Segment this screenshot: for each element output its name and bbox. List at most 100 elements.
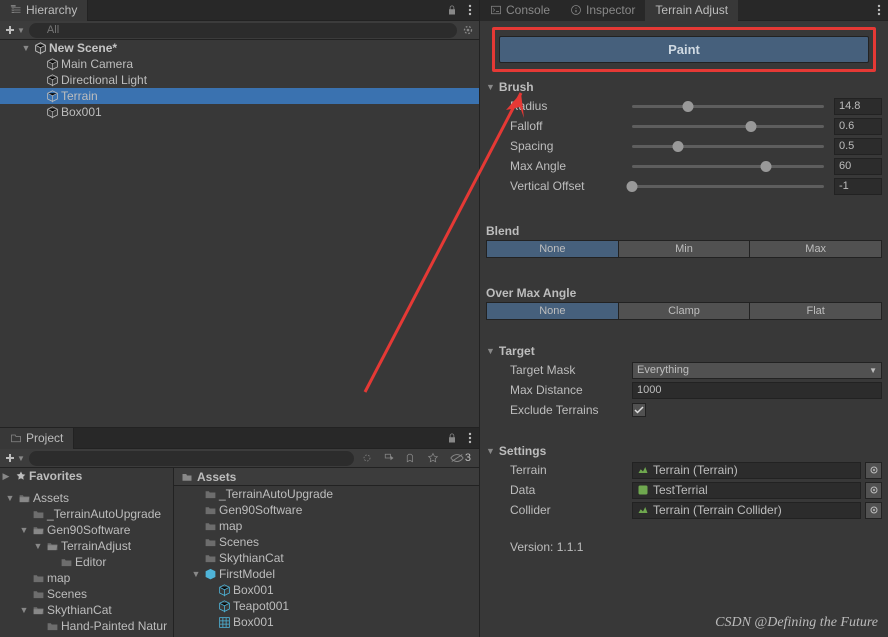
- hierarchy-item[interactable]: Box001: [0, 104, 479, 120]
- hierarchy-item-label: Main Camera: [61, 57, 133, 71]
- slider[interactable]: [632, 165, 824, 168]
- slider-thumb[interactable]: [627, 181, 638, 192]
- tree-item[interactable]: Gen90Software: [174, 502, 479, 518]
- fold-arrow-icon[interactable]: ▼: [32, 541, 44, 551]
- fold-arrow-icon[interactable]: ▼: [18, 525, 30, 535]
- slider-thumb[interactable]: [761, 161, 772, 172]
- project-search-input[interactable]: [29, 451, 354, 466]
- object-picker-button[interactable]: [865, 482, 882, 499]
- brush-section-header[interactable]: ▼ Brush: [486, 78, 882, 96]
- tree-item[interactable]: ▼SkythianCat: [0, 602, 173, 618]
- tree-item[interactable]: Box001: [174, 582, 479, 598]
- tree-item[interactable]: _TerrainAutoUpgrade: [0, 506, 173, 522]
- tree-item[interactable]: ▼TerrainAdjust: [0, 538, 173, 554]
- fold-arrow-icon: ▼: [486, 82, 495, 92]
- slider-label: Vertical Offset: [510, 179, 628, 193]
- right-tab-bar: Console Inspector Terrain Adjust: [480, 0, 888, 21]
- hierarchy-item[interactable]: Directional Light: [0, 72, 479, 88]
- create-dropdown-button[interactable]: ▼: [4, 24, 25, 36]
- tree-item[interactable]: Teapot001: [174, 598, 479, 614]
- tree-item[interactable]: Scenes: [0, 586, 173, 602]
- tree-item[interactable]: _TerrainAutoUpgrade: [174, 486, 479, 502]
- hierarchy-item[interactable]: Terrain: [0, 88, 479, 104]
- context-menu-icon[interactable]: [461, 0, 479, 21]
- tree-item[interactable]: Box001: [174, 614, 479, 630]
- save-search-icon[interactable]: [402, 448, 420, 469]
- fold-arrow-icon[interactable]: ▶: [0, 471, 12, 482]
- blend-segmented: NoneMinMax: [486, 240, 882, 258]
- tree-item[interactable]: map: [0, 570, 173, 586]
- filter-by-type-icon[interactable]: [358, 448, 376, 469]
- target-mask-dropdown[interactable]: Everything ▼: [632, 362, 882, 379]
- slider[interactable]: [632, 145, 824, 148]
- fold-arrow-icon[interactable]: ▼: [190, 569, 202, 579]
- object-picker-button[interactable]: [865, 462, 882, 479]
- tree-item[interactable]: Editor: [0, 554, 173, 570]
- slider-value-field[interactable]: [834, 158, 882, 175]
- segment-option[interactable]: Clamp: [619, 302, 751, 320]
- segment-option[interactable]: None: [486, 302, 619, 320]
- tree-item[interactable]: Scenes: [174, 534, 479, 550]
- slider-thumb[interactable]: [673, 141, 684, 152]
- create-dropdown-button[interactable]: ▼: [4, 452, 25, 464]
- console-tab[interactable]: Console: [480, 0, 560, 21]
- inspector-tab[interactable]: Inspector: [560, 0, 645, 21]
- paint-button[interactable]: Paint: [499, 36, 869, 63]
- slider-value-field[interactable]: [834, 98, 882, 115]
- target-mask-label: Target Mask: [510, 363, 628, 377]
- hierarchy-search-input[interactable]: [29, 23, 457, 38]
- folder-icon: [204, 552, 217, 565]
- exclude-terrains-checkbox[interactable]: [632, 403, 646, 417]
- data-object-field[interactable]: TestTerrial: [632, 482, 861, 499]
- scene-row[interactable]: ▼ New Scene*: [0, 40, 479, 56]
- hierarchy-tab[interactable]: Hierarchy: [0, 0, 88, 21]
- hierarchy-item[interactable]: Main Camera: [0, 56, 479, 72]
- tree-item[interactable]: ▼FirstModel: [174, 566, 479, 582]
- segment-option[interactable]: None: [486, 240, 619, 258]
- settings-title: Settings: [499, 444, 546, 458]
- tree-item[interactable]: Hand-Painted Natur: [0, 618, 173, 634]
- tree-item[interactable]: SkythianCat: [174, 550, 479, 566]
- slider[interactable]: [632, 185, 824, 188]
- lock-icon[interactable]: [443, 0, 461, 21]
- target-section-header[interactable]: ▼ Target: [486, 342, 882, 360]
- settings-section-header[interactable]: ▼ Settings: [486, 442, 882, 460]
- segment-option[interactable]: Flat: [750, 302, 882, 320]
- hidden-count-button[interactable]: 3: [446, 448, 475, 469]
- tree-item-label: Box001: [233, 583, 274, 597]
- project-tree-right: Assets _TerrainAutoUpgradeGen90Softwarem…: [174, 468, 479, 637]
- fold-arrow-icon[interactable]: ▼: [18, 605, 30, 615]
- scene-picker-icon[interactable]: [461, 23, 475, 37]
- folder-icon: [204, 504, 217, 517]
- folder-open-icon: [18, 492, 31, 505]
- max-distance-field[interactable]: 1000: [632, 382, 882, 399]
- terrain-adjust-tab[interactable]: Terrain Adjust: [645, 0, 738, 21]
- favorite-icon[interactable]: [424, 448, 442, 469]
- slider[interactable]: [632, 105, 824, 108]
- breadcrumb[interactable]: Assets: [174, 468, 479, 486]
- tree-item[interactable]: map: [174, 518, 479, 534]
- filter-by-label-icon[interactable]: [380, 448, 398, 469]
- collider-object-field[interactable]: Terrain (Terrain Collider): [632, 502, 861, 519]
- terrain-object-field[interactable]: Terrain (Terrain): [632, 462, 861, 479]
- slider-thumb[interactable]: [682, 101, 693, 112]
- tree-item[interactable]: ▼Assets: [0, 490, 173, 506]
- tree-item-label: map: [47, 571, 70, 585]
- segment-option[interactable]: Min: [619, 240, 751, 258]
- slider-value-field[interactable]: [834, 118, 882, 135]
- slider-value-field[interactable]: [834, 178, 882, 195]
- segment-option[interactable]: Max: [750, 240, 882, 258]
- fold-arrow-icon[interactable]: ▼: [20, 43, 32, 53]
- terrain-value: Terrain (Terrain): [653, 463, 738, 477]
- slider-value-field[interactable]: [834, 138, 882, 155]
- project-tab[interactable]: Project: [0, 428, 74, 449]
- object-picker-button[interactable]: [865, 502, 882, 519]
- fold-arrow-icon[interactable]: ▼: [4, 493, 16, 503]
- favorites-row[interactable]: ▶ Favorites: [0, 468, 173, 484]
- context-menu-icon[interactable]: [461, 428, 479, 449]
- tree-item[interactable]: ▼Gen90Software: [0, 522, 173, 538]
- lock-icon[interactable]: [443, 428, 461, 449]
- slider-thumb[interactable]: [746, 121, 757, 132]
- slider[interactable]: [632, 125, 824, 128]
- context-menu-icon[interactable]: [870, 0, 888, 21]
